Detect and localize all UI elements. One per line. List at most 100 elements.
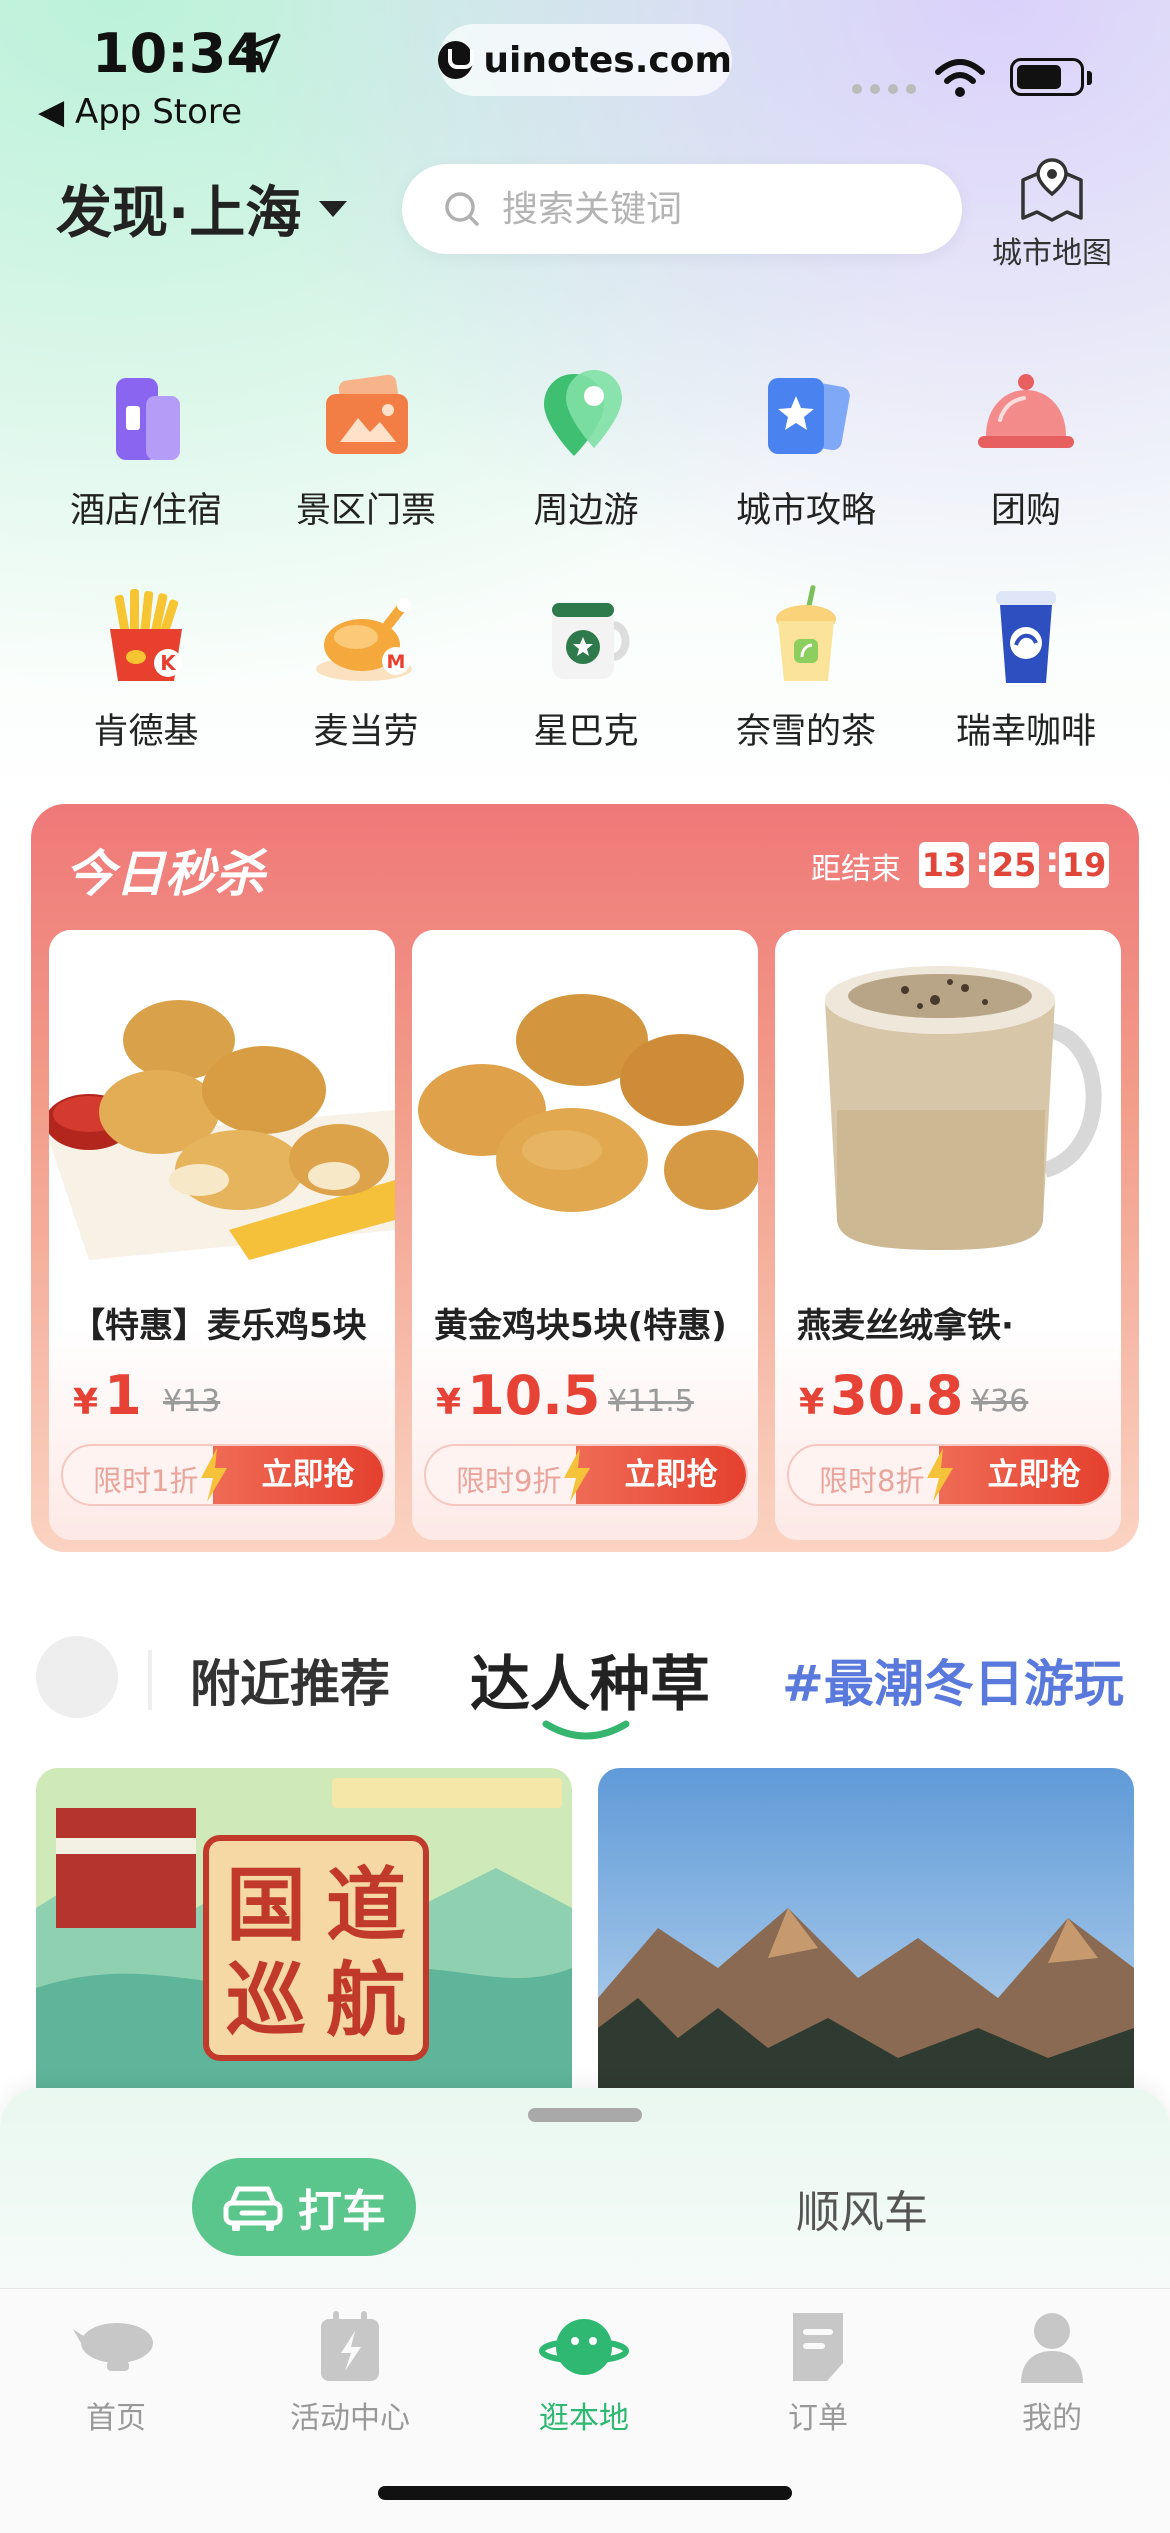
nav-label: 逛本地 [539,2401,629,2436]
sheet-handle[interactable] [528,2108,642,2122]
category-nearby-trips[interactable]: 周边游 [476,356,696,533]
nav-activity-center[interactable]: 活动中心 [260,2307,440,2437]
tab-hashtag-winter[interactable]: #最潮冬日游玩 [782,1644,1124,1716]
tea-cup-icon [776,585,836,681]
lightning-icon [564,1448,590,1502]
countdown-hours: 13 [919,842,969,888]
feed-tabs: 附近推荐 达人种草 #最潮冬日游玩 [0,1620,1170,1740]
user-icon [1021,2313,1083,2383]
back-app-label: App Store [74,92,243,132]
guide-icon [768,378,850,454]
lightning-icon [201,1448,227,1502]
product-card[interactable]: 黄金鸡块5块(特惠) ¥10.5 ¥11.5 限时9折 立即抢 [412,930,758,1540]
category-grid: 酒店/住宿 景区门票 周边游 城市攻略 团购 K 肯德基 M 麦当劳 星巴克 奈… [36,356,1136,754]
car-icon [223,2186,283,2231]
category-label: 景区门票 [295,491,436,531]
product-image-nuggets [49,930,395,1274]
url-pill[interactable]: uinotes.com [438,24,732,96]
category-starbucks[interactable]: 星巴克 [476,577,696,754]
cloche-icon [978,374,1074,448]
flash-sale-section: 今日秒杀 距结束 13 : 25 : 19 【特惠】麦乐鸡5块 ¥1 ¥13 限… [31,804,1139,1552]
discount-bar: 限时8折 立即抢 [787,1444,1111,1506]
category-label: 团购 [990,491,1061,531]
svg-text:道: 道 [326,1858,406,1952]
product-card[interactable]: 【特惠】麦乐鸡5块 ¥1 ¥13 限时1折 立即抢 [49,930,395,1540]
order-note-icon [793,2313,843,2381]
search-bar[interactable] [402,164,962,254]
discount-bar: 限时9折 立即抢 [424,1444,748,1506]
site-logo-icon [438,41,475,79]
product-original-price: ¥11.5 [608,1384,694,1419]
svg-text:航: 航 [326,1953,406,2047]
category-hotel[interactable]: 酒店/住宿 [36,356,256,533]
category-group-buy[interactable]: 团购 [916,356,1136,533]
discount-bar: 限时1折 立即抢 [61,1444,385,1506]
svg-text:国: 国 [226,1858,306,1952]
feed-card-guodao[interactable]: 国 道 巡 航 [36,1768,572,2088]
svg-text:巡: 巡 [226,1953,306,2047]
nav-label: 首页 [86,2401,146,2436]
product-name: 燕麦丝绒拿铁· [797,1306,1014,1346]
product-name: 【特惠】麦乐鸡5块 [71,1306,367,1346]
city-map-label: 城市地图 [992,236,1112,271]
ride-sheet: 打车 顺风车 [0,2088,1170,2288]
countdown-colon: : [975,840,990,881]
planet-icon [539,2319,629,2375]
luckin-cup-icon [996,591,1056,683]
taxi-button[interactable]: 打车 [192,2158,416,2256]
category-label: 奈雪的茶 [735,712,876,752]
location-arrow-icon [241,33,281,73]
category-mcdonalds[interactable]: M 麦当劳 [256,577,476,754]
category-city-guide[interactable]: 城市攻略 [696,356,916,533]
search-input[interactable] [500,187,924,231]
back-to-app-store[interactable]: ◀ App Store [38,92,242,132]
flash-sale-title: 今日秒杀 [65,845,265,903]
city-map-button[interactable]: 城市地图 [990,156,1114,272]
location-pin-icon [544,370,622,456]
fries-icon: K [110,589,182,681]
chevron-down-icon [319,200,348,217]
taxi-label: 打车 [298,2186,386,2237]
tab-divider [148,1650,152,1710]
map-pin-icon [1021,158,1083,222]
cellular-signal-icon [852,84,916,94]
svg-text:K: K [160,651,177,675]
hotel-icon [116,378,180,460]
tab-influencer[interactable]: 达人种草 [470,1636,710,1723]
chicken-icon: M [316,598,412,681]
countdown-label: 距结束 [811,852,901,887]
tab-nearby[interactable]: 附近推荐 [190,1644,390,1716]
category-tickets[interactable]: 景区门票 [256,356,476,533]
category-luckin[interactable]: 瑞幸咖啡 [916,577,1136,754]
product-original-price: ¥13 [163,1384,221,1419]
product-price: ¥30.8 [799,1364,964,1427]
nav-explore-local[interactable]: 逛本地 [494,2307,674,2437]
home-indicator[interactable] [378,2486,792,2500]
category-nayuki[interactable]: 奈雪的茶 [696,577,916,754]
city-selector[interactable]: 发现·上海 [56,168,348,249]
product-price: ¥1 [73,1364,142,1427]
lightning-icon [927,1448,953,1502]
search-icon [445,192,479,226]
product-card[interactable]: 燕麦丝绒拿铁· ¥30.8 ¥36 限时8折 立即抢 [775,930,1121,1540]
nav-home[interactable]: 首页 [26,2307,206,2437]
category-label: 星巴克 [533,712,639,752]
buy-now-button[interactable]: 立即抢 [939,1446,1109,1504]
category-kfc[interactable]: K 肯德基 [36,577,256,754]
nav-label: 活动中心 [290,2401,410,2436]
product-price: ¥10.5 [436,1364,601,1427]
buy-now-button[interactable]: 立即抢 [213,1446,383,1504]
coffee-mug-icon [552,603,630,679]
nav-profile[interactable]: 我的 [962,2307,1142,2437]
category-label: 城市攻略 [735,491,876,531]
buy-now-button[interactable]: 立即抢 [576,1446,746,1504]
url-text: uinotes.com [483,39,732,81]
brand-logo-icon [36,1636,118,1718]
nav-orders[interactable]: 订单 [728,2307,908,2437]
feed-card-mountains[interactable] [598,1768,1134,2088]
battery-icon [1010,58,1092,96]
product-original-price: ¥36 [971,1384,1029,1419]
product-name: 黄金鸡块5块(特惠) [434,1306,727,1346]
carpool-button[interactable]: 顺风车 [796,2176,928,2240]
countdown-minutes: 25 [989,842,1039,888]
